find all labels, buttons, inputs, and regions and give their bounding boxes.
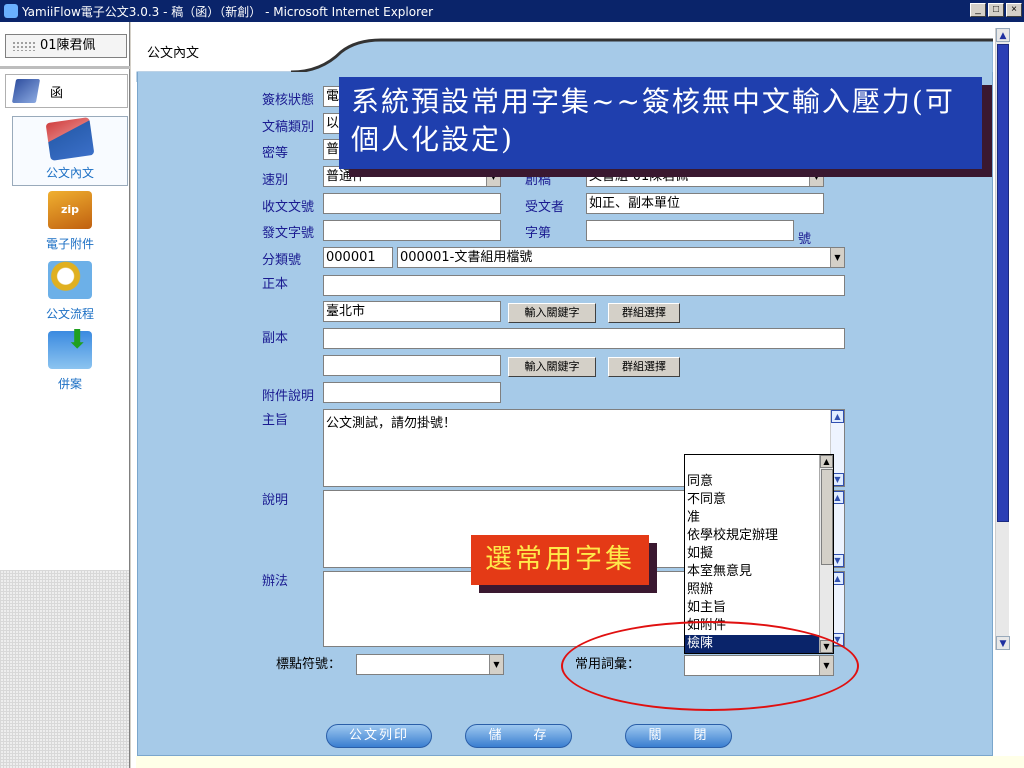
- chevron-down-icon[interactable]: ▼: [809, 167, 823, 186]
- flow-icon: [48, 261, 92, 299]
- label-doc-no: 發文字號: [262, 226, 315, 241]
- chevron-down-icon[interactable]: ▼: [486, 167, 500, 186]
- highlight-ellipse: [561, 621, 859, 711]
- scroll-up-icon[interactable]: ▲: [996, 28, 1010, 42]
- phrase-option[interactable]: 同意: [685, 473, 833, 491]
- label-description: 說明: [262, 493, 289, 508]
- cc-keyword-button[interactable]: 輸入關鍵字: [508, 357, 596, 377]
- category-code-input[interactable]: 000001: [323, 247, 393, 268]
- scrollbar-thumb[interactable]: [997, 44, 1009, 522]
- sidebar-item-content[interactable]: 公文內文: [12, 116, 128, 186]
- dropdown-scrollbar[interactable]: ▲ ▼: [819, 455, 833, 653]
- chevron-down-icon[interactable]: ▼: [830, 248, 844, 267]
- scroll-up-icon[interactable]: ▲: [831, 410, 844, 423]
- annotation-callout: 系統預設常用字集~~簽核無中文輸入壓力(可個人化設定): [339, 77, 982, 169]
- sidebar-item-label: 公文流程: [45, 307, 94, 321]
- punctuation-select[interactable]: ▼: [356, 654, 504, 675]
- main-recipient-input[interactable]: [323, 275, 845, 296]
- sidebar-item-label: 公文內文: [45, 166, 94, 180]
- phrase-option[interactable]: 如擬: [685, 545, 833, 563]
- label-unit: 創稿: [525, 173, 552, 188]
- sidebar-item-label: 併案: [57, 377, 82, 391]
- print-button[interactable]: 公文列印: [326, 724, 432, 748]
- phrase-option[interactable]: 照辦: [685, 581, 833, 599]
- phrase-option[interactable]: 不同意: [685, 491, 833, 509]
- label-method: 辦法: [262, 574, 289, 589]
- sidebar-divider: [0, 66, 130, 69]
- speed-select[interactable]: 普通件 ▼: [323, 166, 501, 187]
- recipient-input[interactable]: 如正、副本單位: [586, 193, 824, 214]
- cc-input[interactable]: [323, 328, 845, 349]
- label-sender-no: 收文文號: [262, 200, 315, 215]
- unit-select[interactable]: 文書組-01陳君佩 ▼: [586, 166, 824, 187]
- maximize-button[interactable]: □: [988, 3, 1004, 17]
- minimize-button[interactable]: _: [970, 3, 986, 17]
- chevron-down-icon[interactable]: ▼: [489, 655, 503, 674]
- sender-no-input[interactable]: [323, 193, 501, 214]
- window-title: YamiiFlow電子公文3.0.3 - 稿（函）（新創） - Microsof…: [22, 4, 434, 19]
- user-box[interactable]: 01陳君佩: [5, 34, 127, 58]
- label-hao: 號: [798, 232, 812, 247]
- tab-content[interactable]: 公文內文: [147, 42, 199, 61]
- sidebar-item-label: 電子附件: [45, 237, 94, 251]
- phrase-option[interactable]: 准: [685, 509, 833, 527]
- label-secrecy: 密等: [262, 146, 289, 161]
- word-no-input[interactable]: [586, 220, 794, 241]
- status-strip: [136, 756, 1024, 768]
- label-attachment: 附件說明: [262, 389, 315, 404]
- scroll-down-icon[interactable]: ▼: [996, 636, 1010, 650]
- scroll-up-icon[interactable]: ▲: [820, 455, 833, 468]
- phrase-option[interactable]: 依學校規定辦理: [685, 527, 833, 545]
- attachment-input[interactable]: [323, 382, 501, 403]
- doc-no-input[interactable]: [323, 220, 501, 241]
- book-icon: [11, 79, 41, 103]
- label-punctuation: 標點符號：: [276, 657, 342, 672]
- category-select[interactable]: 000001-文書組用檔號 ▼: [397, 247, 845, 268]
- label-cc: 副本: [262, 331, 289, 346]
- label-speed: 速別: [262, 173, 289, 188]
- sidebar-pattern: [0, 570, 129, 768]
- save-button[interactable]: 儲 存: [465, 724, 572, 748]
- user-name: 01陳君佩: [40, 38, 96, 53]
- main-group-button[interactable]: 群組選擇: [608, 303, 680, 323]
- window-controls: _ □ ×: [970, 3, 1022, 17]
- label-sign-status: 簽核狀態: [262, 93, 315, 108]
- sidebar-item-attachments[interactable]: 電子附件: [12, 186, 128, 256]
- close-window-button[interactable]: ×: [1006, 3, 1022, 17]
- document-stack-icon: [45, 117, 95, 161]
- grip-icon: [12, 40, 36, 51]
- sidebar-header-label: 函: [50, 85, 64, 101]
- ie-icon: [4, 4, 18, 18]
- sidebar-doctype-header: 函: [5, 74, 128, 108]
- zip-icon: [48, 191, 92, 229]
- label-main-recipient: 正本: [262, 277, 289, 292]
- sidebar-item-merge[interactable]: 併案: [12, 325, 128, 396]
- window-titlebar: YamiiFlow電子公文3.0.3 - 稿（函）（新創） - Microsof…: [0, 0, 1024, 22]
- annotation-select-phrases: 選常用字集: [471, 535, 649, 585]
- label-subject: 主旨: [262, 413, 289, 428]
- sidebar: 01陳君佩 函 公文內文 電子附件 公文流程 併案: [0, 22, 130, 768]
- scrollbar-thumb[interactable]: [821, 469, 833, 565]
- label-word-no: 字第: [525, 226, 552, 241]
- label-recipient: 受文者: [525, 200, 565, 215]
- sidebar-item-flow[interactable]: 公文流程: [12, 256, 128, 326]
- phrase-option[interactable]: 本室無意見: [685, 563, 833, 581]
- cc-keyword-input[interactable]: [323, 355, 501, 376]
- close-button[interactable]: 關 閉: [625, 724, 732, 748]
- label-category: 分類號: [262, 253, 302, 268]
- main-recipient-keyword-input[interactable]: 臺北市: [323, 301, 501, 322]
- page-scrollbar[interactable]: ▲ ▼: [995, 28, 1010, 650]
- cc-group-button[interactable]: 群組選擇: [608, 357, 680, 377]
- phrase-option[interactable]: 如主旨: [685, 599, 833, 617]
- merge-icon: [48, 325, 92, 369]
- sidebar-nav: 公文內文 電子附件 公文流程 併案: [12, 116, 128, 396]
- label-draft-type: 文稿類別: [262, 120, 315, 135]
- main-keyword-button[interactable]: 輸入關鍵字: [508, 303, 596, 323]
